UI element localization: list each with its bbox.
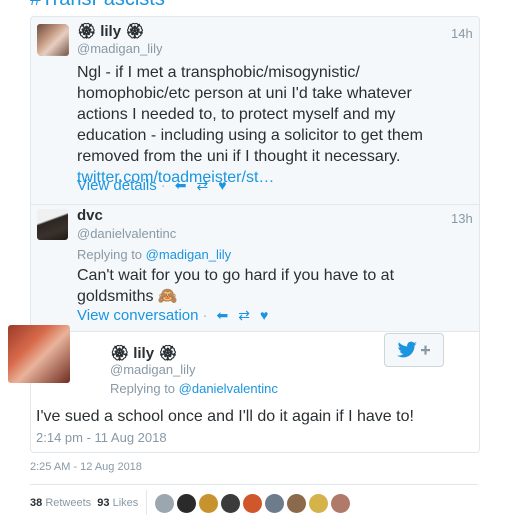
tweet-text-line: education - including using a solicitor … (77, 127, 423, 144)
follow-button[interactable] (384, 333, 444, 367)
liker-avatar[interactable] (265, 494, 284, 513)
separator-dot: · (160, 177, 166, 194)
avatar[interactable] (8, 325, 70, 383)
author-name[interactable]: dvc (77, 207, 103, 224)
retweet-icon[interactable]: ⇄ (197, 177, 209, 193)
tweet-time[interactable]: 14h (451, 26, 473, 41)
tweet-text-line: Can't wait for you to go hard if you hav… (77, 267, 395, 284)
liker-avatar[interactable] (177, 494, 196, 513)
tweet-actions: View conversation · ⬅︎ ⇄ ♥︎ (77, 307, 273, 324)
tweet-text-line: Ngl - if I met a transphobic/misogynisti… (77, 64, 360, 81)
liker-avatar[interactable] (287, 494, 306, 513)
author-name[interactable]: 🏵 lily 🏵 (77, 22, 144, 40)
conversation-thread: 🏵 lily 🏵 @madigan_lily 14h Ngl - if I me… (30, 16, 480, 453)
tweet-text-line: goldsmiths 🙈 (77, 288, 178, 305)
liker-avatar[interactable] (331, 494, 350, 513)
view-details-link[interactable]: View details (77, 177, 157, 194)
divider (146, 490, 147, 515)
main-tweet-text: I've sued a school once and I'll do it a… (36, 408, 414, 425)
reply-context: Replying to @danielvalentinc (110, 381, 278, 396)
tweet-date[interactable]: 2:25 AM - 12 Aug 2018 (30, 461, 142, 473)
like-icon[interactable]: ♥︎ (218, 177, 226, 193)
view-conversation-link[interactable]: View conversation (77, 307, 198, 324)
tweet-text-line: removed from the uni if I thought it nec… (77, 148, 401, 165)
reply-icon[interactable]: ⬅︎ (175, 177, 187, 193)
main-tweet-timestamp[interactable]: 2:14 pm - 11 Aug 2018 (36, 430, 167, 445)
author-handle[interactable]: @madigan_lily (77, 41, 162, 56)
author-name[interactable]: 🏵 lily 🏵 (110, 344, 177, 362)
liker-avatar[interactable] (199, 494, 218, 513)
likes-count[interactable]: 93 (97, 497, 109, 509)
twitter-bird-plus-icon (397, 341, 430, 358)
tweet-stats: 38 Retweets 93 Likes (30, 497, 138, 509)
avatar[interactable] (37, 24, 68, 55)
reply-icon[interactable]: ⬅︎ (216, 307, 228, 323)
liker-avatar[interactable] (243, 494, 262, 513)
like-icon[interactable]: ♥︎ (260, 307, 268, 323)
hashtag-header[interactable]: #TransFascists (30, 0, 165, 11)
retweets-count[interactable]: 38 (30, 497, 42, 509)
author-handle[interactable]: @madigan_lily (110, 362, 195, 377)
tweet-text: Can't wait for you to go hard if you hav… (77, 265, 472, 307)
liker-avatar[interactable] (221, 494, 240, 513)
reply-to-handle[interactable]: @danielvalentinc (179, 381, 278, 396)
reply-prefix: Replying to (77, 247, 143, 262)
liker-avatar[interactable] (309, 494, 328, 513)
likers-avatars (155, 494, 350, 514)
separator-dot: · (202, 307, 208, 324)
retweets-label[interactable]: Retweets (45, 497, 91, 509)
reply-prefix: Replying to (110, 381, 176, 396)
tweet-text-line: homophobic/etc person at uni I'd take wh… (77, 85, 412, 102)
tweet-time[interactable]: 13h (451, 211, 473, 226)
avatar[interactable] (37, 209, 68, 240)
author-handle[interactable]: @danielvalentinc (77, 226, 176, 241)
tweet-text-line: actions I needed to, to protect myself a… (77, 106, 396, 123)
retweet-icon[interactable]: ⇄ (238, 307, 250, 323)
tweet-actions: View details · ⬅︎ ⇄ ♥︎ (77, 177, 232, 194)
reply-to-handle[interactable]: @madigan_lily (146, 247, 231, 262)
liker-avatar[interactable] (155, 494, 174, 513)
likes-label[interactable]: Likes (113, 497, 139, 509)
reply-context: Replying to @madigan_lily (77, 247, 231, 262)
divider (30, 484, 478, 485)
tweet-text: Ngl - if I met a transphobic/misogynisti… (77, 62, 472, 188)
